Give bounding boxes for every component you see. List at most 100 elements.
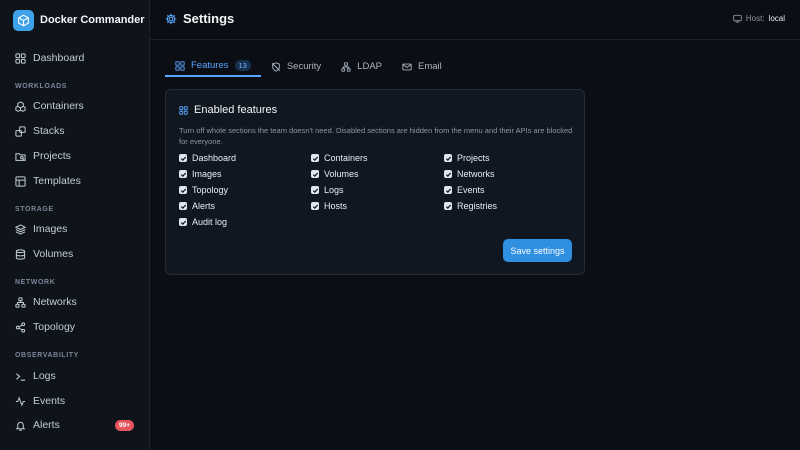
grid-icon [179, 105, 188, 115]
sidebar-item-label: Images [33, 223, 68, 235]
checkbox-checked-icon[interactable] [179, 170, 187, 178]
card-title: Enabled features [179, 104, 277, 116]
database-icon [15, 248, 26, 260]
sidebar-item-stacks[interactable]: Stacks [8, 120, 142, 142]
feature-label: Alerts [192, 201, 216, 211]
tab-label: Features [191, 60, 229, 71]
top-bar: Settings Host: local [150, 0, 800, 40]
checkbox-checked-icon[interactable] [311, 186, 319, 194]
host-value: local [768, 14, 785, 23]
checkbox-checked-icon[interactable] [311, 202, 319, 210]
feature-checkbox[interactable]: Hosts [311, 201, 347, 211]
sidebar-item-images[interactable]: Images [8, 218, 142, 240]
save-settings-button[interactable]: Save settings [503, 239, 572, 262]
checkbox-checked-icon[interactable] [311, 170, 319, 178]
sidebar-item-dashboard[interactable]: Dashboard [8, 47, 142, 69]
checkbox-checked-icon[interactable] [179, 186, 187, 194]
feature-checkbox[interactable]: Events [444, 185, 485, 195]
feature-label: Projects [457, 153, 490, 163]
gear-icon [165, 13, 177, 25]
sidebar-item-events[interactable]: Events [8, 390, 142, 412]
sidebar-item-networks[interactable]: Networks [8, 291, 142, 313]
feature-label: Logs [324, 185, 344, 195]
feature-label: Networks [457, 169, 495, 179]
checkbox-checked-icon[interactable] [444, 186, 452, 194]
feature-label: Images [192, 169, 222, 179]
sidebar-item-alerts[interactable]: Alerts 99+ [8, 414, 142, 436]
sidebar-item-containers[interactable]: Containers [8, 95, 142, 117]
terminal-icon [15, 371, 26, 382]
feature-checkbox[interactable]: Topology [179, 185, 228, 195]
feature-checkbox[interactable]: Registries [444, 201, 497, 211]
bell-icon [15, 420, 26, 431]
tab-security[interactable]: Security [261, 56, 331, 77]
network-icon [341, 61, 351, 72]
sidebar-item-logs[interactable]: Logs [8, 365, 142, 387]
alerts-count-badge: 99+ [114, 420, 134, 431]
sidebar-item-volumes[interactable]: Volumes [8, 243, 142, 265]
checkbox-checked-icon[interactable] [444, 170, 452, 178]
sidebar-item-projects[interactable]: Projects [8, 145, 142, 167]
mail-icon [402, 62, 412, 72]
enabled-features-card: Enabled features Turn off whole sections… [165, 89, 585, 275]
tab-label: LDAP [357, 61, 382, 72]
checkbox-checked-icon[interactable] [444, 202, 452, 210]
feature-checkbox[interactable]: Logs [311, 185, 344, 195]
tab-email[interactable]: Email [392, 56, 452, 77]
checkbox-checked-icon[interactable] [311, 154, 319, 162]
host-label: Host: [745, 14, 765, 23]
feature-checkbox[interactable]: Volumes [311, 169, 359, 179]
sidebar-item-label: Projects [33, 150, 71, 162]
server-icon [733, 14, 742, 23]
docker-logo-icon [13, 9, 34, 31]
sidebar-item-label: Topology [33, 321, 76, 333]
sidebar-item-templates[interactable]: Templates [8, 170, 142, 192]
host-indicator: Host: local [733, 14, 785, 23]
sidebar-item-label: Templates [33, 175, 81, 187]
tab-ldap[interactable]: LDAP [331, 56, 392, 77]
brand[interactable]: Docker Commander [13, 9, 145, 31]
feature-checkbox[interactable]: Images [179, 169, 222, 179]
sidebar-item-label: Stacks [33, 125, 65, 137]
layers-square-icon [15, 125, 26, 137]
feature-label: Events [457, 185, 485, 195]
template-icon [15, 175, 26, 187]
page-title: Settings [165, 11, 234, 26]
feature-checkbox[interactable]: Containers [311, 153, 368, 163]
settings-tabs: Features 13 Security LDAP Email [165, 56, 452, 78]
feature-label: Hosts [324, 201, 348, 211]
layers-icon [15, 223, 26, 235]
section-label-observability: OBSERVABILITY [15, 352, 79, 359]
brand-name: Docker Commander [40, 14, 145, 26]
feature-label: Registries [457, 201, 498, 211]
checkbox-checked-icon[interactable] [444, 154, 452, 162]
feature-checkbox[interactable]: Dashboard [179, 153, 236, 163]
tab-label: Security [286, 61, 322, 72]
grid-icon [175, 60, 185, 71]
tab-features[interactable]: Features 13 [165, 56, 261, 77]
section-label-workloads: WORKLOADS [15, 83, 68, 90]
feature-label: Topology [192, 185, 229, 195]
feature-checkbox[interactable]: Audit log [179, 217, 227, 227]
grid-icon [15, 52, 26, 64]
feature-label: Volumes [324, 169, 359, 179]
sidebar-item-label: Volumes [33, 248, 74, 260]
checkbox-checked-icon[interactable] [179, 202, 187, 210]
sidebar-item-topology[interactable]: Topology [8, 316, 142, 338]
feature-checkbox[interactable]: Networks [444, 169, 495, 179]
feature-label: Containers [324, 153, 368, 163]
feature-checkbox[interactable]: Alerts [179, 201, 215, 211]
boxes-icon [15, 100, 26, 112]
sidebar: Docker Commander Dashboard WORKLOADS Con… [0, 0, 150, 450]
shield-off-icon [271, 61, 281, 72]
checkbox-checked-icon[interactable] [179, 218, 187, 226]
folder-search-icon [15, 151, 26, 162]
tab-label: Email [418, 61, 442, 72]
card-description: Turn off whole sections the team doesn't… [179, 126, 573, 146]
checkbox-checked-icon[interactable] [179, 154, 187, 162]
sidebar-item-label: Logs [33, 370, 56, 382]
sidebar-item-label: Networks [33, 296, 77, 308]
network-icon [15, 296, 26, 308]
section-label-network: NETWORK [15, 279, 56, 286]
feature-checkbox[interactable]: Projects [444, 153, 490, 163]
